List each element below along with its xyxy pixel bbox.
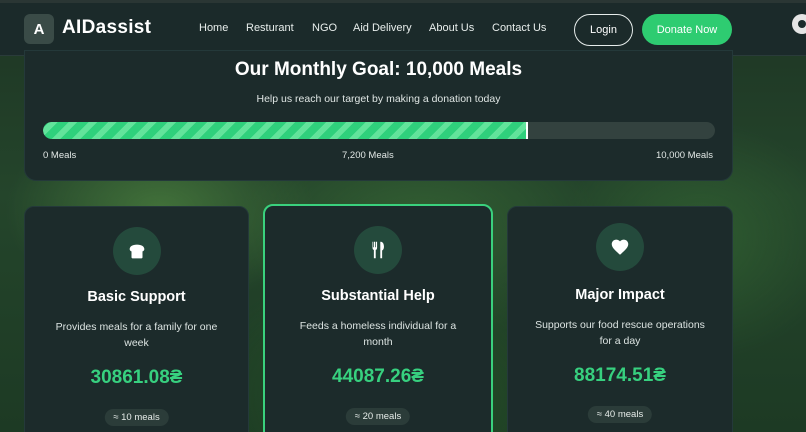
goal-label-current: 7,200 Meals: [342, 150, 394, 161]
tier-meals-badge: ≈ 40 meals: [587, 406, 653, 423]
nav-link-home[interactable]: Home: [199, 22, 228, 34]
goal-label-start: 0 Meals: [43, 150, 77, 161]
brand-name[interactable]: AIDassist: [62, 17, 151, 39]
tier-card-substantial-help[interactable]: Substantial Help Feeds a homeless indivi…: [263, 204, 493, 432]
navbar: A AIDassist Home Resturant NGO Aid Deliv…: [0, 0, 806, 56]
tier-description: Feeds a homeless individual for a month: [299, 320, 457, 348]
nav-link-restaurant[interactable]: Resturant: [246, 22, 294, 34]
nav-link-contact-us[interactable]: Contact Us: [492, 22, 546, 34]
tier-meals-badge: ≈ 10 meals: [104, 409, 169, 426]
utensils-icon: [354, 226, 402, 274]
nav-link-aid-delivery[interactable]: Aid Delivery: [353, 22, 412, 34]
nav-link-about-us[interactable]: About Us: [429, 22, 474, 34]
donate-now-button[interactable]: Donate Now: [642, 14, 732, 45]
gear-icon[interactable]: [792, 14, 806, 34]
tier-card-major-impact[interactable]: Major Impact Supports our food rescue op…: [507, 206, 733, 432]
heart-icon: [596, 223, 644, 271]
goal-progress-fill: [43, 122, 527, 139]
tier-title: Basic Support: [87, 289, 186, 305]
nav-link-ngo[interactable]: NGO: [312, 22, 337, 34]
tier-title: Major Impact: [575, 287, 665, 303]
login-button[interactable]: Login: [574, 14, 633, 46]
logo-badge[interactable]: A: [24, 14, 54, 44]
goal-title: Our Monthly Goal: 10,000 Meals: [234, 59, 523, 80]
monthly-goal-card: Our Monthly Goal: 10,000 Meals Help us r…: [24, 50, 733, 181]
tier-description: Supports our food rescue operations for …: [535, 319, 705, 347]
goal-progress-bar: [43, 122, 715, 139]
goal-subtitle: Help us reach our target by making a don…: [256, 93, 501, 105]
tier-amount: 88174.51₴: [574, 365, 666, 386]
tier-card-basic-support[interactable]: Basic Support Provides meals for a famil…: [24, 206, 249, 432]
goal-progress-marker: [525, 122, 528, 139]
tier-amount: 44087.26₴: [332, 366, 424, 387]
tier-title: Substantial Help: [321, 288, 435, 304]
tier-description: Provides meals for a family for one week: [55, 321, 218, 349]
bread-icon: [112, 227, 161, 275]
goal-label-end: 10,000 Meals: [655, 150, 713, 161]
tier-meals-badge: ≈ 20 meals: [345, 408, 411, 425]
tier-amount: 30861.08₴: [90, 367, 183, 388]
